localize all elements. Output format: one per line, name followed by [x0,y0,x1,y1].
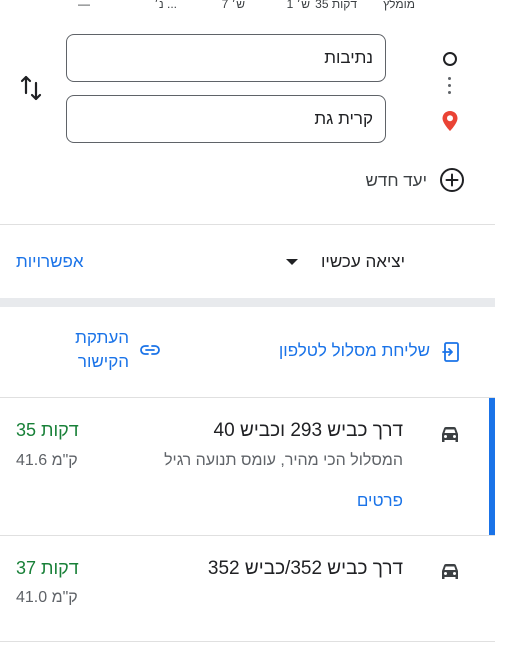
copy-link-button[interactable]: העתקת הקישור [60,326,165,376]
route-option-1[interactable]: דרך כביש 293 וכביש 40 המסלול הכי מהיר, ע… [0,398,495,535]
route-subtitle: המסלול הכי מהיר, עומס תנועה רגיל [164,452,403,469]
destination-field[interactable] [66,95,386,143]
strip-item-1: 1 ש׳ [286,0,310,11]
divider [0,641,495,642]
send-to-phone-label: שליחת מסלול לטלפון [278,341,430,360]
route-distance: 41.0 ק"מ [16,589,78,606]
strip-item-4: — [78,0,90,11]
add-destination-label: יעד חדש [365,171,427,190]
route-details-link[interactable]: פרטים [357,491,403,511]
origin-field[interactable] [66,34,386,82]
options-button[interactable]: אפשרויות [16,252,84,272]
directions-panel: מומלץ 35 דקות 1 ש׳ 7 ש׳ נ׳ ... — יעד חדש… [0,0,496,658]
strip-item-2: 7 ש׳ [221,0,245,11]
route-title: דרך כביש 293 וכביש 40 [213,420,403,441]
car-icon [442,564,458,579]
origin-circle-icon [443,52,457,66]
add-destination-button[interactable]: יעד חדש [330,165,465,195]
link-icon [140,345,160,355]
divider [0,224,495,225]
copy-link-label: העתקת הקישור [75,328,129,371]
swap-icon[interactable] [19,74,43,102]
vertical-dots-icon [448,77,452,99]
add-circle-icon [440,168,464,192]
car-icon [442,427,458,442]
route-time: 35 דקות [16,420,79,440]
dropdown-arrow-icon [286,259,298,265]
route-mode-strip: מומלץ 35 דקות 1 ש׳ 7 ש׳ נ׳ ... — [0,0,495,14]
origin-input[interactable] [77,35,373,81]
route-title: דרך כביש 352/כביש 352 [207,558,403,579]
scrollbar[interactable] [495,0,505,658]
depart-now-dropdown[interactable]: יציאה עכשיו [321,252,405,272]
route-option-2[interactable]: דרך כביש 352/כביש 352 37 דקות 41.0 ק"מ [0,536,495,641]
location-pin-icon [442,111,458,131]
route-time: 37 דקות [16,558,79,578]
send-to-device-icon [442,342,459,362]
send-to-phone-button[interactable]: שליחת מסלול לטלפון [260,338,460,366]
destination-input[interactable] [77,96,373,142]
section-divider [0,298,495,307]
route-distance: 41.6 ק"מ [16,452,78,469]
strip-time: 35 דקות [315,0,357,11]
strip-item-3: נ׳ ... [154,0,177,11]
strip-recommended[interactable]: מומלץ [383,0,415,11]
